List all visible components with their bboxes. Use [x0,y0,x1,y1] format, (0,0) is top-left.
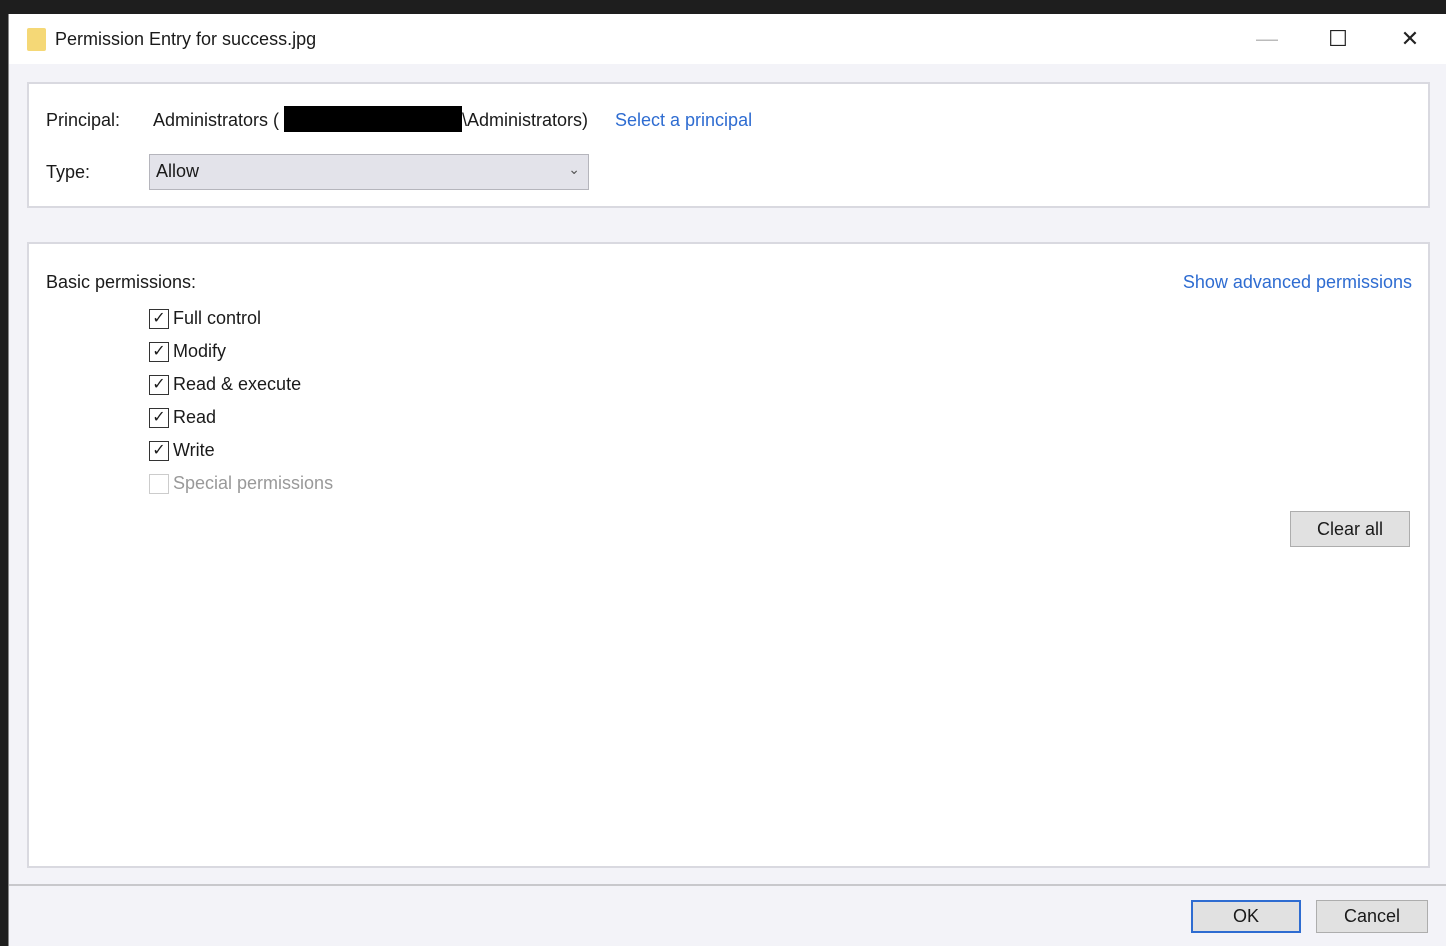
minimize-button[interactable]: — [1247,22,1287,56]
cancel-button[interactable]: Cancel [1316,900,1428,933]
permission-checkbox[interactable]: ✓ Full control [149,308,261,329]
permission-label: Write [173,440,215,460]
checkbox-box [149,473,169,494]
permission-label: Read [173,407,217,427]
maximize-button[interactable]: ☐ [1318,22,1358,56]
chevron-down-icon: ⌄ [568,161,580,177]
permission-checkbox[interactable]: ✓ Write [149,440,215,461]
type-label: Type: [46,162,91,182]
basic-permissions-label: Basic permissions: [46,272,197,292]
principal-name-suffix: \Administrators) [462,110,589,130]
select-principal-link[interactable]: Select a principal [615,110,752,131]
redacted-block [284,106,462,132]
type-value: Allow [156,161,200,181]
checkbox-box[interactable]: ✓ [149,407,169,428]
checkbox-box[interactable]: ✓ [149,341,169,362]
principal-name-prefix: Administrators ( [153,110,280,130]
principal-label: Principal: [46,110,121,130]
permission-label: Read & execute [173,374,302,394]
principal-panel: Principal: Administrators ( \Administrat… [27,82,1430,208]
clear-all-button[interactable]: Clear all [1290,511,1410,547]
permission-label: Full control [173,308,262,328]
checkbox-box[interactable]: ✓ [149,374,169,395]
permission-checkbox[interactable]: ✓ Read [149,407,216,428]
ok-button[interactable]: OK [1191,900,1301,933]
footer-divider [9,884,1446,886]
checkbox-box[interactable]: ✓ [149,308,169,329]
folder-icon [27,28,46,51]
checkbox-box[interactable]: ✓ [149,440,169,461]
permission-checkbox: Special permissions [149,473,333,494]
permissions-panel: Basic permissions: Show advanced permiss… [27,242,1430,868]
permission-label: Modify [173,341,227,361]
title-bar: Permission Entry for success.jpg — ☐ ✕ [9,14,1446,64]
window-title: Permission Entry for success.jpg [55,29,317,49]
permission-label: Special permissions [173,473,334,493]
type-select[interactable]: Allow ⌄ [149,154,589,190]
permission-checkbox[interactable]: ✓ Modify [149,341,226,362]
close-button[interactable]: ✕ [1390,22,1430,56]
permission-entry-dialog: Permission Entry for success.jpg — ☐ ✕ P… [8,14,1446,946]
show-advanced-permissions-link[interactable]: Show advanced permissions [1183,272,1412,293]
permission-checkbox[interactable]: ✓ Read & execute [149,374,301,395]
